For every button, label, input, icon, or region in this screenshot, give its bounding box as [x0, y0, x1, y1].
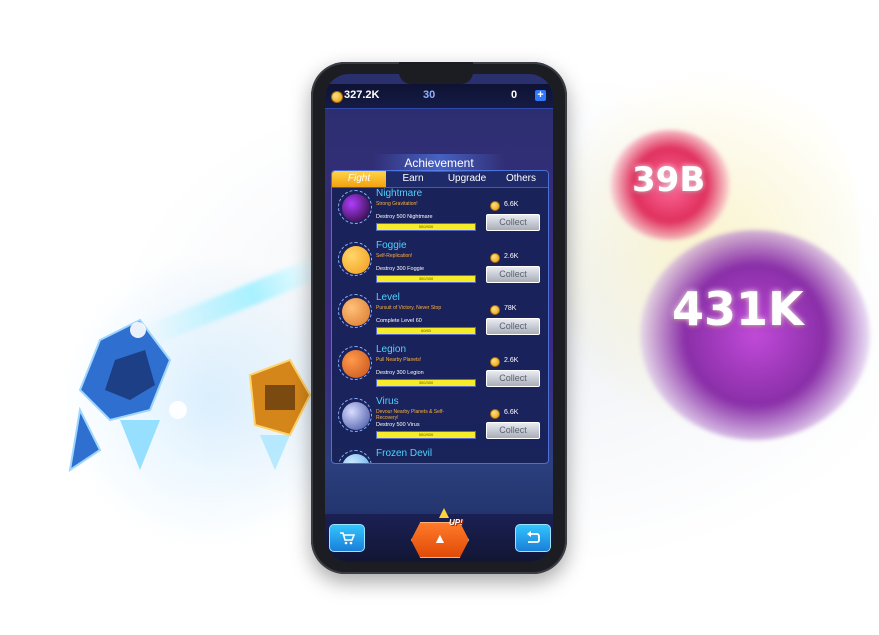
- collect-button[interactable]: Collect: [486, 214, 540, 231]
- progress-bar: 300/300: [376, 275, 476, 283]
- progress-bar: 500/500: [376, 431, 476, 439]
- reward-amount: 6.6K: [504, 409, 519, 416]
- progress-label: 500/500: [418, 224, 434, 229]
- coin-icon: [490, 253, 500, 263]
- top-resource-bar: 327.2K 30 0 +: [325, 84, 553, 109]
- collect-button[interactable]: Collect: [486, 266, 540, 283]
- return-icon: [527, 531, 540, 543]
- progress-label: 60/60: [420, 328, 431, 333]
- progress-bar: 300/300: [376, 379, 476, 387]
- progress-label: 500/500: [418, 432, 434, 437]
- achievement-subtitle: Devour Nearby Planets & Self-Recovery!: [376, 409, 445, 421]
- score-popup-39b: 39B: [632, 160, 706, 200]
- planet-icon: [342, 350, 370, 378]
- rocket-icon: ▲: [433, 530, 447, 546]
- planet-icon: [342, 298, 370, 326]
- achievement-task: Destroy 300 Foggie: [376, 266, 424, 272]
- planet-icon: [342, 194, 370, 222]
- progress-bar: 60/60: [376, 327, 476, 335]
- up-arrow-icon: [439, 508, 449, 518]
- achievement-task: Destroy 300 Legion: [376, 370, 424, 376]
- achievement-row: Level Pursuit of Victory, Never Stop Compl…: [332, 292, 548, 344]
- coin-icon: [331, 91, 343, 103]
- back-button[interactable]: [515, 524, 551, 552]
- tab-bar: Fight Earn Upgrade Others: [332, 171, 548, 188]
- coin-balance: 327.2K: [344, 89, 380, 101]
- achievement-name: Virus: [376, 396, 399, 407]
- achievement-subtitle: Pursuit of Victory, Never Stop: [376, 305, 442, 311]
- tab-earn[interactable]: Earn: [386, 171, 440, 187]
- game-screen: 327.2K 30 0 + Achievement Fight Earn Upgra…: [325, 74, 553, 562]
- progress-label: 300/300: [418, 276, 434, 281]
- spaceship-left-icon: [68, 318, 187, 473]
- reward-amount: 2.6K: [504, 253, 519, 260]
- achievement-name: Level: [376, 292, 400, 303]
- achievement-row: Frozen Devil: [332, 448, 548, 463]
- coin-icon: [490, 305, 500, 315]
- mid-counter: 30: [423, 89, 436, 101]
- achievement-subtitle: Self-Replication!: [376, 253, 413, 259]
- planet-icon: [342, 246, 370, 274]
- achievement-row: Virus Devour Nearby Planets & Self-Recove…: [332, 396, 548, 448]
- coin-icon: [490, 357, 500, 367]
- achievement-row: Foggie Self-Replication! Destroy 300 Foggi…: [332, 240, 548, 292]
- achievement-task: Destroy 500 Nightmare: [376, 214, 433, 220]
- collect-button[interactable]: Collect: [486, 318, 540, 335]
- achievement-task: Complete Level 60: [376, 318, 422, 324]
- progress-bar: 500/500: [376, 223, 476, 231]
- collect-button[interactable]: Collect: [486, 422, 540, 439]
- planet-icon: [342, 402, 370, 430]
- score-popup-431k: 431K: [672, 282, 804, 336]
- shop-button[interactable]: [329, 524, 365, 552]
- achievement-task: Destroy 500 Virus: [376, 422, 420, 428]
- achievement-name: Legion: [376, 344, 407, 355]
- reward-amount: 78K: [504, 305, 517, 312]
- reward-amount: 2.6K: [504, 357, 519, 364]
- gem-balance: 0: [511, 89, 518, 101]
- achievement-row: Legion Pull Nearby Planets! Destroy 300 Le…: [332, 344, 548, 396]
- achievement-name: Frozen Devil: [376, 448, 433, 459]
- tab-upgrade[interactable]: Upgrade: [440, 171, 494, 187]
- progress-label: 300/300: [418, 380, 434, 385]
- achievement-name: Foggie: [376, 240, 407, 251]
- promo-stage: 39B 431K 327.2K 30 0 + Achievement Fight…: [0, 0, 879, 635]
- coin-icon: [490, 201, 500, 211]
- phone-notch: [399, 62, 473, 84]
- tab-others[interactable]: Others: [494, 171, 548, 187]
- phone-mockup: 327.2K 30 0 + Achievement Fight Earn Upgra…: [311, 62, 567, 574]
- achievement-row: Nightmare Strong Gravitation! Destroy 500 …: [332, 188, 548, 240]
- achievement-panel: Fight Earn Upgrade Others Nightmare Strong G…: [331, 170, 549, 464]
- upgrade-label: UP!: [449, 518, 463, 527]
- coin-icon: [490, 409, 500, 419]
- collect-button[interactable]: Collect: [486, 370, 540, 387]
- tab-fight[interactable]: Fight: [332, 171, 386, 187]
- reward-amount: 6.6K: [504, 201, 519, 208]
- spaceship-center-icon: [248, 358, 312, 470]
- achievement-subtitle: Strong Gravitation!: [376, 201, 418, 207]
- panel-title: Achievement: [404, 156, 474, 170]
- achievement-subtitle: Pull Nearby Planets!: [376, 357, 422, 363]
- achievement-name: Nightmare: [376, 188, 423, 199]
- achievement-list[interactable]: Nightmare Strong Gravitation! Destroy 500 …: [332, 188, 548, 463]
- cart-icon: [340, 532, 356, 545]
- add-currency-button[interactable]: +: [535, 90, 546, 101]
